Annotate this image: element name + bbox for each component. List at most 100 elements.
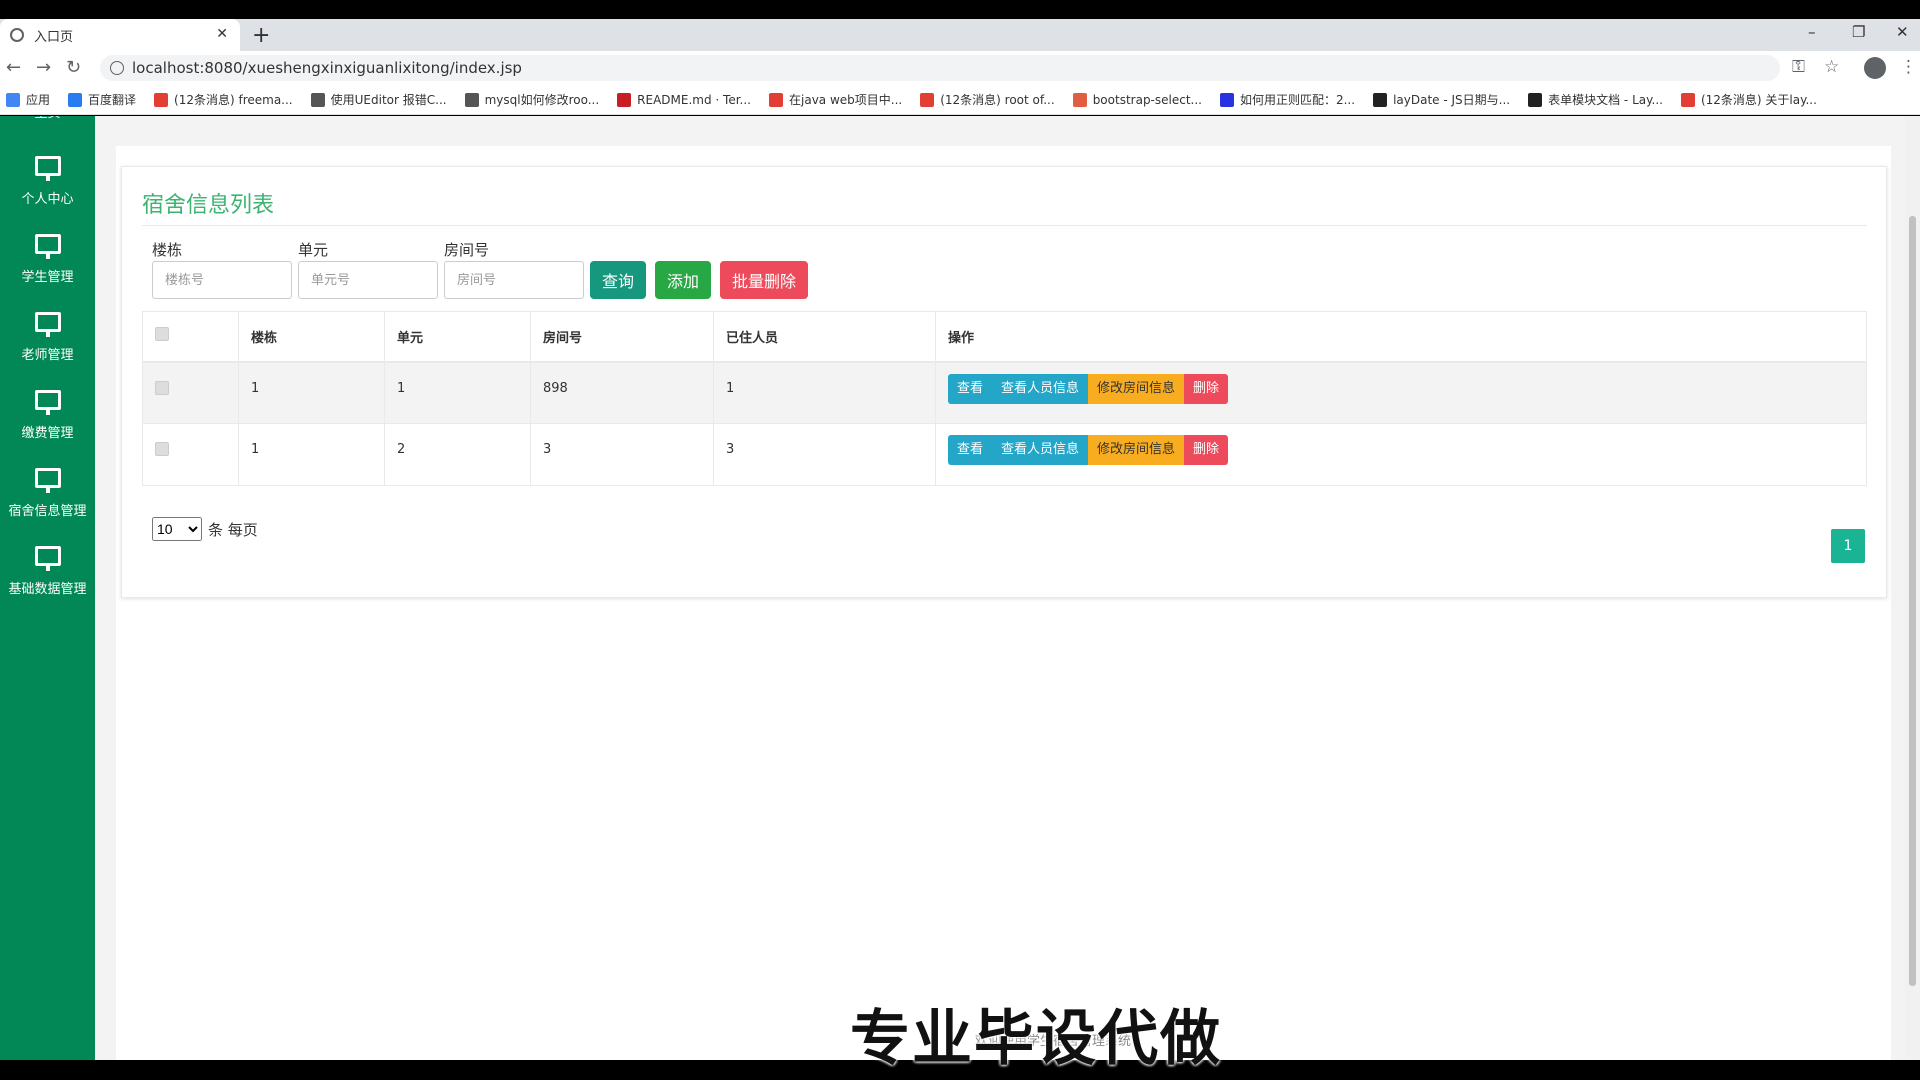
menu-dots-icon[interactable]: ⋮ <box>1900 57 1917 77</box>
page-size-select[interactable]: 10 <box>152 517 202 541</box>
view-button[interactable]: 查看 <box>948 373 993 404</box>
row-checkbox[interactable] <box>155 442 169 456</box>
bookmark-item[interactable]: layDate - JS日期与... <box>1373 91 1510 108</box>
sidebar-item-fees[interactable]: 缴费管理 <box>0 390 95 460</box>
building-input[interactable] <box>152 261 292 299</box>
unit-input[interactable] <box>298 261 438 299</box>
residents-cell: 3 <box>713 423 936 486</box>
sidebar-item-home[interactable]: 主页 <box>0 116 95 124</box>
edit-room-button[interactable]: 修改房间信息 <box>1088 435 1185 465</box>
back-icon[interactable]: ← <box>6 57 21 78</box>
column-header: 已住人员 <box>713 311 936 363</box>
column-header: 楼栋 <box>238 311 385 363</box>
actions-cell: 查看 查看人员信息 修改房间信息 删除 <box>935 423 1867 486</box>
column-header: 操作 <box>935 311 1867 363</box>
browser-tab-bar: 入口页 ✕ + – ❐ ✕ <box>0 19 1920 51</box>
close-tab-icon[interactable]: ✕ <box>216 26 228 42</box>
actions-cell: 查看 查看人员信息 修改房间信息 删除 <box>935 361 1867 424</box>
view-people-button[interactable]: 查看人员信息 <box>992 373 1089 404</box>
monitor-icon <box>34 312 61 337</box>
bookmark-item[interactable]: 应用 <box>6 91 50 108</box>
bookmark-item[interactable]: 如何用正则匹配：2... <box>1219 91 1355 108</box>
pagination-page-1[interactable]: 1 <box>1831 529 1865 563</box>
bookmark-label: 在java web项目中... <box>789 93 903 107</box>
bookmark-favicon-icon <box>1219 92 1234 107</box>
room-label: 房间号 <box>444 241 490 259</box>
row-select-cell <box>142 361 239 424</box>
bookmark-label: 表单模块文档 - Lay... <box>1548 93 1663 107</box>
bookmarks-bar: 应用 百度翻译 (12条消息) freema... 使用UEditor 报错C... m… <box>0 85 1920 115</box>
bookmark-item[interactable]: (12条消息) 关于lay... <box>1680 91 1817 108</box>
row-select-cell <box>142 423 239 486</box>
reload-icon[interactable]: ↻ <box>66 57 81 78</box>
page-viewport: 主页 个人中心 学生管理 老师管理 缴费管理 宿舍信息管理 <box>0 116 1920 1060</box>
sidebar-item-label: 宿舍信息管理 <box>8 504 87 519</box>
url-field[interactable]: localhost:8080/xueshengxinxiguanlixitong… <box>100 55 1780 81</box>
bookmark-item[interactable]: mysql如何修改roo... <box>464 91 600 108</box>
unit-label: 单元 <box>298 241 329 259</box>
select-all-cell <box>142 311 239 363</box>
add-button[interactable]: 添加 <box>655 261 712 299</box>
bookmark-label: (12条消息) 关于lay... <box>1700 93 1817 107</box>
bookmark-item[interactable]: bootstrap-select... <box>1072 92 1202 107</box>
bookmark-favicon-icon <box>1528 92 1543 107</box>
page-size-suffix: 条 每页 <box>208 521 258 539</box>
view-button[interactable]: 查看 <box>948 435 993 465</box>
unit-cell: 2 <box>384 423 531 486</box>
forward-icon[interactable]: → <box>36 57 51 78</box>
table-row: 1 1 898 1 查看 查看人员信息 修改房间信息 删除 <box>142 361 1867 424</box>
bookmark-item[interactable]: 百度翻译 <box>68 91 136 108</box>
sidebar-item-profile[interactable]: 个人中心 <box>0 156 95 226</box>
sidebar-item-label: 老师管理 <box>21 348 74 363</box>
table-row: 1 2 3 3 查看 查看人员信息 修改房间信息 删除 <box>142 423 1867 486</box>
bookmark-favicon-icon <box>769 92 783 107</box>
window-close-icon[interactable]: ✕ <box>1896 23 1909 41</box>
room-input[interactable] <box>444 261 584 299</box>
bookmark-favicon-icon <box>1373 92 1388 107</box>
bookmark-label: layDate - JS日期与... <box>1393 93 1511 107</box>
watermark-overlay: 专业毕设代做 <box>850 1004 1222 1074</box>
bookmark-item[interactable]: 使用UEditor 报错C... <box>310 91 447 108</box>
key-icon[interactable]: ⚿ <box>1792 57 1805 77</box>
scrollbar-thumb[interactable] <box>1909 216 1916 986</box>
minimize-icon[interactable]: – <box>1808 23 1816 41</box>
sidebar-item-dorms[interactable]: 宿舍信息管理 <box>0 468 95 538</box>
sidebar-item-teachers[interactable]: 老师管理 <box>0 312 95 382</box>
delete-button[interactable]: 删除 <box>1184 435 1229 465</box>
bookmark-item[interactable]: 表单模块文档 - Lay... <box>1528 91 1663 108</box>
query-button[interactable]: 查询 <box>590 261 647 299</box>
sidebar-item-basic-data[interactable]: 基础数据管理 <box>0 546 95 616</box>
monitor-icon <box>34 156 61 181</box>
row-checkbox[interactable] <box>155 380 169 395</box>
sidebar-item-students[interactable]: 学生管理 <box>0 234 95 304</box>
browser-tab[interactable]: 入口页 ✕ <box>0 19 240 51</box>
building-cell: 1 <box>238 423 385 486</box>
monitor-icon <box>34 468 61 493</box>
dorm-table: 楼栋 单元 房间号 已住人员 操作 1 1 898 1 查看 查看人员信息 修改房 <box>142 311 1867 486</box>
new-tab-icon[interactable]: + <box>252 23 270 48</box>
delete-button[interactable]: 删除 <box>1184 373 1229 404</box>
profile-avatar[interactable] <box>1864 57 1886 79</box>
screen: 入口页 ✕ + – ❐ ✕ ← → ↻ localhost:8080/xuesh… <box>0 0 1920 1080</box>
bookmark-favicon-icon <box>1680 92 1695 107</box>
sidebar-item-label: 缴费管理 <box>21 426 74 441</box>
select-all-checkbox[interactable] <box>155 327 169 342</box>
bookmark-label: mysql如何修改roo... <box>484 93 600 107</box>
view-people-button[interactable]: 查看人员信息 <box>992 435 1089 465</box>
restore-icon[interactable]: ❐ <box>1852 23 1865 41</box>
bookmark-favicon-icon <box>617 92 632 107</box>
sidebar-item-label: 主页 <box>0 116 95 121</box>
bookmark-item[interactable]: (12条消息) root of... <box>920 91 1055 108</box>
scrollbar[interactable] <box>1905 116 1920 1060</box>
info-icon[interactable] <box>110 61 124 75</box>
edit-room-button[interactable]: 修改房间信息 <box>1088 373 1185 404</box>
bookmark-label: (12条消息) root of... <box>940 93 1055 107</box>
star-icon[interactable]: ☆ <box>1824 57 1839 77</box>
tab-title: 入口页 <box>34 29 74 45</box>
batch-delete-button[interactable]: 批量删除 <box>720 261 809 299</box>
bookmark-item[interactable]: README.md · Ter... <box>617 92 751 107</box>
bookmark-item[interactable]: (12条消息) freema... <box>154 91 293 108</box>
bookmark-item[interactable]: 在java web项目中... <box>769 91 902 108</box>
globe-icon <box>10 28 24 42</box>
bookmark-favicon-icon <box>1072 92 1087 107</box>
